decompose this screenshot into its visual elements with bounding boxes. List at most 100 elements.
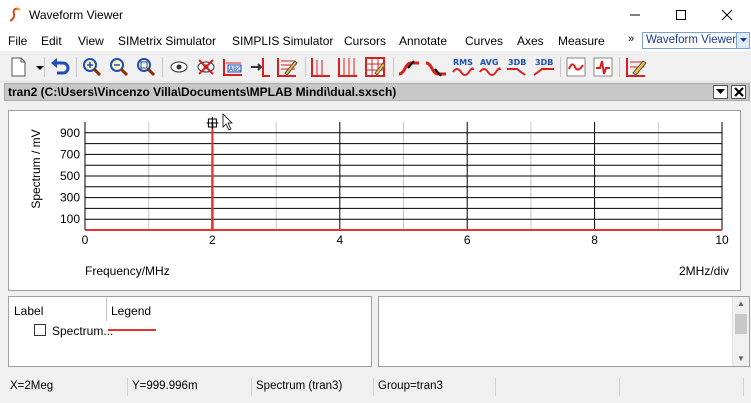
curve-visibility-checkbox[interactable] [34,324,46,336]
legend-column-header: Legend [111,304,152,318]
combo-dropdown-button[interactable] [736,33,749,48]
toolbar-separator [619,57,620,77]
waveform-viewer-window: Waveform Viewer File Edit View SIMetrix … [0,0,751,403]
grid-toggle-button[interactable] [363,55,387,79]
zoom-out-button[interactable] [107,55,131,79]
toolbar: ABC RMS AVG 3DB 3DB [0,52,751,82]
maximize-button[interactable] [658,0,704,30]
new-dropdown-button[interactable] [28,55,44,79]
axis-grid-button[interactable] [309,55,333,79]
minimize-button[interactable] [612,0,658,30]
status-field-empty-2 [620,378,744,396]
toolbar-separator [76,57,77,77]
curve-legend-swatch [108,329,156,331]
scroll-down-icon[interactable]: ▼ [733,352,749,366]
zoom-in-button[interactable] [80,55,104,79]
axis-grid-icon [311,58,330,77]
graph-tab-header: tran2 (C:\Users\Vincenzo Villa\Documents… [4,83,750,101]
hide-curve-button[interactable] [194,55,218,79]
view-selector-combo[interactable]: Waveform Viewer [642,32,750,49]
rising-edge-icon [398,60,419,76]
menu-axes[interactable]: Axes [517,34,544,48]
toolbar-separator [393,57,394,77]
spike-icon [593,57,613,77]
close-icon [733,87,744,97]
show-curve-icon [170,61,188,73]
chevron-down-icon [739,38,747,42]
grid-toggle-icon [365,57,386,77]
rms-icon: RMS [452,58,474,76]
3db-high-button[interactable]: 3DB [532,55,556,79]
new-button[interactable] [6,55,30,79]
toolbar-separator [305,57,306,77]
show-curve-button[interactable] [167,55,191,79]
rms-button[interactable]: RMS [451,55,475,79]
menu-cursors[interactable]: Cursors [344,34,386,48]
vertical-grid-icon [338,58,357,77]
menu-bar: File Edit View SIMetrix Simulator SIMPLI… [0,30,751,51]
x-tick-label: 10 [715,233,729,247]
x-tick-label: 8 [591,233,598,247]
menu-view[interactable]: View [78,34,104,48]
rising-edge-button[interactable] [397,55,421,79]
3db-high-icon: 3DB [533,58,554,76]
scroll-up-icon[interactable]: ▲ [733,297,749,311]
info-panel: ▲ ▼ [378,296,750,367]
zoom-out-icon [110,58,129,77]
hide-curve-icon [197,59,215,75]
menu-curves[interactable]: Curves [465,34,503,48]
zoom-fit-icon [137,58,156,77]
avg-button[interactable]: AVG [478,55,502,79]
scroll-thumb[interactable] [735,314,747,334]
plot-panel[interactable]: Spectrum / mV 100 300 500 700 900 0 2 4 6 8 10 Fre… [8,110,741,291]
toolbar-separator [162,57,163,77]
menu-simetrix-simulator[interactable]: SIMetrix Simulator [118,34,216,48]
spike-button[interactable] [591,55,615,79]
curve-label-button[interactable]: ABC [221,55,245,79]
3db-low-icon: 3DB [507,58,526,76]
vertical-grid-button[interactable] [336,55,360,79]
plot-area: 100 300 500 700 900 0 2 4 6 8 10 [60,117,729,247]
mouse-pointer-icon [222,113,233,131]
toolbar-separator [560,57,561,77]
vertical-scrollbar[interactable]: ▲ ▼ [732,297,749,366]
y-axis-label: Spectrum / mV [29,129,43,208]
falling-edge-button[interactable] [424,55,448,79]
3db-low-button[interactable]: 3DB [505,55,529,79]
menu-edit[interactable]: Edit [41,34,62,48]
export-curve-button[interactable] [248,55,272,79]
column-divider [106,297,107,321]
rms-label: RMS [453,58,473,67]
avg-label: AVG [480,58,498,67]
x-tick-label: 2 [209,233,216,247]
3db-low-label: 3DB [508,58,526,67]
waveform-button[interactable] [564,55,588,79]
new-document-icon [11,57,26,77]
edit-properties-button[interactable] [624,55,648,79]
x-tick-label: 6 [464,233,471,247]
edit-curve-button[interactable] [275,55,299,79]
x-division-label: 2MHz/div [679,264,729,278]
close-button[interactable] [704,0,750,30]
tab-menu-button[interactable] [713,85,728,99]
edit-properties-icon [626,58,647,77]
falling-edge-icon [425,61,446,77]
y-tick-label: 900 [60,126,80,140]
export-curve-icon [251,58,270,77]
menu-annotate[interactable]: Annotate [399,34,447,48]
view-selector-value: Waveform Viewer [646,34,737,46]
undo-icon [51,58,70,75]
menu-file[interactable]: File [8,34,27,48]
zoom-fit-button[interactable] [134,55,158,79]
y-tick-label: 700 [60,147,80,161]
window-title: Waveform Viewer [29,8,124,22]
menu-measure[interactable]: Measure [558,34,605,48]
menu-simplis-simulator[interactable]: SIMPLIS Simulator [232,34,333,48]
legend-panel: Label Legend Spectrum... [8,296,372,367]
menu-overflow-chevron[interactable]: » [628,33,634,45]
status-curve-name: Spectrum (tran3) [252,378,374,396]
spectrum-chart[interactable]: Spectrum / mV 100 300 500 700 900 0 2 4 6 8 10 Fre… [9,111,740,290]
curve-label[interactable]: Spectrum... [52,324,113,338]
tab-close-button[interactable] [731,85,746,99]
undo-button[interactable] [48,55,72,79]
